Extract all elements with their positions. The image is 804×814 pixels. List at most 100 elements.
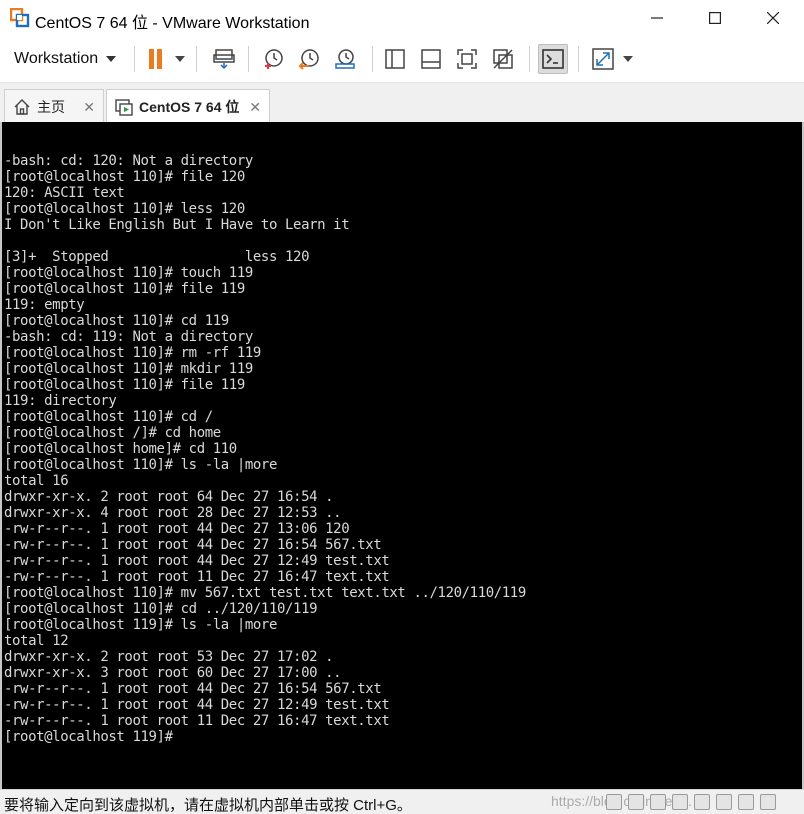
tab-label: CentOS 7 64 位 <box>139 99 240 115</box>
console-line: [root@localhost 119]# <box>4 729 173 745</box>
take-snapshot-button[interactable] <box>258 44 288 74</box>
minimize-button[interactable] <box>628 0 686 36</box>
device-status-icons <box>606 794 776 810</box>
console-line: [root@localhost 119]# ls -la |more <box>4 617 277 633</box>
console-view-button[interactable] <box>538 44 568 74</box>
console-line: drwxr-xr-x. 2 root root 64 Dec 27 16:54 … <box>4 489 334 505</box>
console-line: [root@localhost 110]# touch 119 <box>4 265 253 281</box>
console-line: -rw-r--r--. 1 root root 11 Dec 27 16:47 … <box>4 569 390 585</box>
hard-disk-icon[interactable] <box>606 794 622 810</box>
display-icon[interactable] <box>738 794 754 810</box>
toolbar: Workstation <box>0 36 804 82</box>
thumbnail-bar-button[interactable] <box>416 44 446 74</box>
console-line: [root@localhost 110]# file 119 <box>4 281 245 297</box>
send-ctrl-alt-del-icon <box>213 49 235 70</box>
revert-snapshot-button[interactable] <box>294 44 324 74</box>
console-line: 119: directory <box>4 393 117 409</box>
toolbar-divider <box>372 46 373 72</box>
console-line: [root@localhost home]# cd 110 <box>4 441 237 457</box>
console-line: [root@localhost 110]# file 119 <box>4 377 245 393</box>
fullscreen-icon <box>457 49 477 69</box>
console-line: [root@localhost 110]# mkdir 119 <box>4 361 253 377</box>
tab-home[interactable]: 主页 ✕ <box>4 89 104 123</box>
console-line: 120: ASCII text <box>4 185 125 201</box>
console-line: [root@localhost 110]# less 120 <box>4 201 245 217</box>
pause-icon <box>149 49 162 69</box>
thumbnail-bar-icon <box>421 49 441 69</box>
unity-button[interactable] <box>488 44 518 74</box>
home-icon <box>14 98 30 115</box>
toolbar-divider <box>196 46 197 72</box>
console-line: [root@localhost 110]# cd / <box>4 409 213 425</box>
maximize-icon <box>709 12 721 24</box>
console-line: -bash: cd: 119: Not a directory <box>4 329 253 345</box>
title-bar[interactable]: CentOS 7 64 位 - VMware Workstation <box>0 0 804 36</box>
tab-bar: 主页 ✕ CentOS 7 64 位 ✕ <box>0 82 804 124</box>
printer-icon[interactable] <box>694 794 710 810</box>
console-line: drwxr-xr-x. 2 root root 53 Dec 27 17:02 … <box>4 649 334 665</box>
pause-button[interactable] <box>141 44 171 74</box>
console-line: [root@localhost 110]# file 120 <box>4 169 245 185</box>
status-bar: 要将输入定向到该虚拟机，请在虚拟机内部单击或按 Ctrl+G。 https://… <box>0 789 804 814</box>
toolbar-divider <box>134 46 135 72</box>
workstation-menu[interactable]: Workstation <box>6 44 124 74</box>
stretch-guest-icon <box>592 48 614 70</box>
console-view-icon <box>542 49 564 69</box>
network-icon[interactable] <box>650 794 666 810</box>
unity-icon <box>493 49 513 69</box>
tab-centos-vm[interactable]: CentOS 7 64 位 ✕ <box>106 89 270 124</box>
sound-icon[interactable] <box>716 794 732 810</box>
console-line: -bash: cd: 120: Not a directory <box>4 153 253 169</box>
close-icon <box>767 12 779 24</box>
console-line: [root@localhost 110]# rm -rf 119 <box>4 345 261 361</box>
console-line: 119: empty <box>4 297 85 313</box>
close-tab-icon[interactable]: ✕ <box>249 99 261 116</box>
console-line: [root@localhost 110]# cd ../120/110/119 <box>4 601 318 617</box>
pause-dropdown-icon[interactable] <box>175 56 185 62</box>
console-line: I Don't Like English But I Have to Learn… <box>4 217 350 233</box>
stretch-dropdown-icon[interactable] <box>623 56 633 62</box>
console-line: [3]+ Stopped less 120 <box>4 249 310 265</box>
usb-icon[interactable] <box>672 794 688 810</box>
cd-dvd-icon[interactable] <box>628 794 644 810</box>
console-line: total 12 <box>4 633 69 649</box>
console-line: drwxr-xr-x. 3 root root 60 Dec 27 17:00 … <box>4 665 342 681</box>
toolbar-divider <box>248 46 249 72</box>
show-library-icon <box>385 49 405 69</box>
message-icon[interactable] <box>760 794 776 810</box>
show-library-button[interactable] <box>380 44 410 74</box>
console-output: -bash: cd: 120: Not a directory [root@loc… <box>4 153 526 745</box>
vm-icon <box>115 99 133 116</box>
snapshot-manager-icon <box>335 49 355 69</box>
console-line: [root@localhost 110]# cd 119 <box>4 313 229 329</box>
console-line: drwxr-xr-x. 4 root root 28 Dec 27 12:53 … <box>4 505 342 521</box>
console-line: -rw-r--r--. 1 root root 11 Dec 27 16:47 … <box>4 713 390 729</box>
console-line: -rw-r--r--. 1 root root 44 Dec 27 13:06 … <box>4 521 350 537</box>
send-ctrl-alt-del-button[interactable] <box>209 44 239 74</box>
console-line: total 16 <box>4 473 69 489</box>
close-tab-icon[interactable]: ✕ <box>83 99 95 116</box>
fullscreen-button[interactable] <box>452 44 482 74</box>
console-line: -rw-r--r--. 1 root root 44 Dec 27 12:49 … <box>4 697 390 713</box>
console-line: -rw-r--r--. 1 root root 44 Dec 27 16:54 … <box>4 537 382 553</box>
tab-label: 主页 <box>37 98 65 115</box>
snapshot-manager-button[interactable] <box>330 44 360 74</box>
workstation-menu-label: Workstation <box>14 50 99 67</box>
toolbar-divider <box>578 46 579 72</box>
vm-console[interactable]: -bash: cd: 120: Not a directory [root@loc… <box>0 122 804 789</box>
vmware-logo-icon <box>10 8 30 28</box>
window-title: CentOS 7 64 位 - VMware Workstation <box>35 15 310 32</box>
snapshot-revert-icon <box>298 49 319 70</box>
maximize-button[interactable] <box>686 0 744 36</box>
chevron-down-icon <box>106 56 117 62</box>
close-button[interactable] <box>744 0 802 36</box>
console-line: [root@localhost /]# cd home <box>4 425 221 441</box>
status-message: 要将输入定向到该虚拟机，请在虚拟机内部单击或按 Ctrl+G。 <box>4 797 412 814</box>
minimize-icon <box>651 17 663 19</box>
console-line: [root@localhost 110]# mv 567.txt test.tx… <box>4 585 526 601</box>
toolbar-divider <box>529 46 530 72</box>
console-line: -rw-r--r--. 1 root root 44 Dec 27 12:49 … <box>4 553 390 569</box>
snapshot-take-icon <box>265 49 283 69</box>
stretch-guest-button[interactable] <box>588 44 618 74</box>
